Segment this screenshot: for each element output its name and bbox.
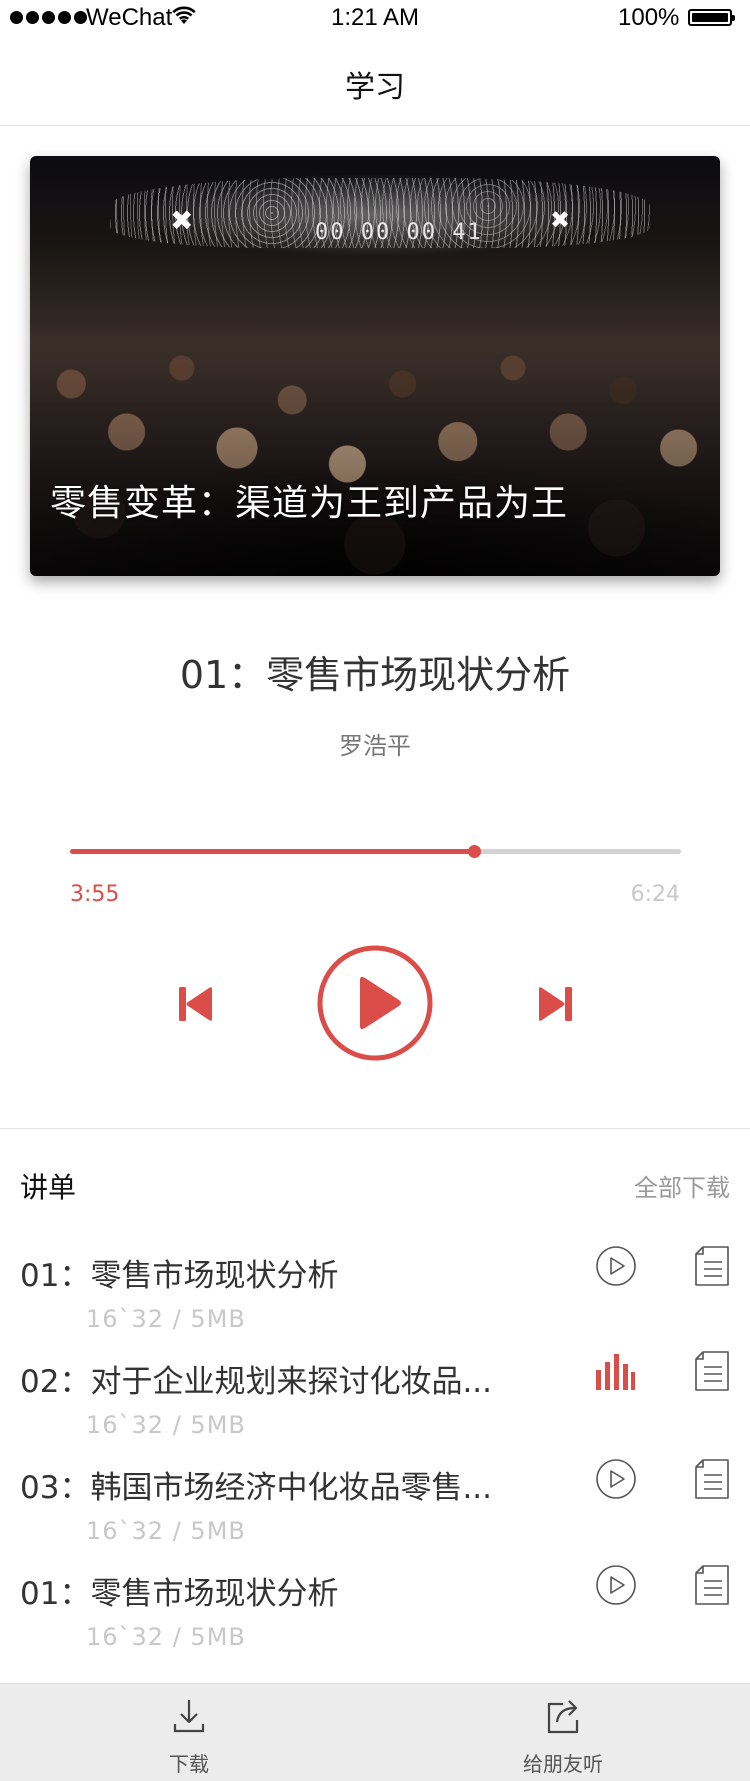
next-track-icon[interactable] xyxy=(535,984,575,1024)
playlist-item-title[interactable]: 03：韩国市场经济中化妆品零售... xyxy=(20,1462,492,1507)
playlist-item-title[interactable]: 02：对于企业规划来探讨化妆品... xyxy=(20,1356,492,1401)
play-button[interactable] xyxy=(316,944,434,1062)
share-label: 给朋友听 xyxy=(523,1752,603,1776)
now-playing-icon[interactable] xyxy=(594,1352,636,1392)
battery-icon xyxy=(688,9,735,26)
playlist-item-meta: 16`32 / 5MB xyxy=(86,1411,246,1439)
page-title: 学习 xyxy=(345,70,405,105)
playlist-item-meta: 16`32 / 5MB xyxy=(86,1305,246,1333)
stage-logo-icon: ✖ xyxy=(170,204,194,237)
status-bar: WeChat 1:21 AM 100% xyxy=(0,0,750,38)
playlist-item-meta: 16`32 / 5MB xyxy=(86,1517,246,1545)
download-button[interactable]: 下载 xyxy=(119,1696,259,1776)
track-title: 01：零售市场现状分析 xyxy=(179,653,571,697)
section-divider xyxy=(0,1128,750,1129)
document-icon[interactable] xyxy=(694,1245,730,1287)
course-cover[interactable]: ✖ 00 00 00 41 ✖ 零售变革：渠道为王到产品为王 xyxy=(30,156,720,576)
document-icon[interactable] xyxy=(694,1564,730,1606)
playlist-item-title[interactable]: 01：零售市场现状分析 xyxy=(20,1250,338,1295)
track-author: 罗浩平 xyxy=(339,732,411,760)
progress-fill xyxy=(70,849,474,854)
download-all-link[interactable]: 全部下载 xyxy=(560,1168,730,1203)
share-button[interactable]: 给朋友听 xyxy=(493,1696,633,1776)
document-icon[interactable] xyxy=(694,1458,730,1500)
total-time: 6:24 xyxy=(630,882,680,907)
battery-percentage: 100% xyxy=(618,4,680,31)
play-icon[interactable] xyxy=(595,1458,637,1500)
download-icon xyxy=(173,1700,205,1733)
current-time: 3:55 xyxy=(70,882,120,907)
stage-timer: 00 00 00 41 xyxy=(315,220,483,245)
previous-track-icon[interactable] xyxy=(176,984,216,1024)
course-title: 零售变革：渠道为王到产品为王 xyxy=(50,483,569,524)
playlist-item-title[interactable]: 01：零售市场现状分析 xyxy=(20,1568,338,1613)
document-icon[interactable] xyxy=(694,1350,730,1392)
progress-knob[interactable] xyxy=(468,845,481,858)
share-icon xyxy=(547,1700,579,1734)
playlist-title: 讲单 xyxy=(20,1171,77,1204)
navigation-bar: 学习 xyxy=(0,40,750,126)
playlist-item-meta: 16`32 / 5MB xyxy=(86,1623,246,1651)
play-icon[interactable] xyxy=(595,1564,637,1606)
play-icon[interactable] xyxy=(595,1245,637,1287)
bottom-toolbar: 下载 给朋友听 xyxy=(0,1683,750,1781)
stage-logo-icon: ✖ xyxy=(550,206,571,234)
download-label: 下载 xyxy=(169,1752,209,1776)
